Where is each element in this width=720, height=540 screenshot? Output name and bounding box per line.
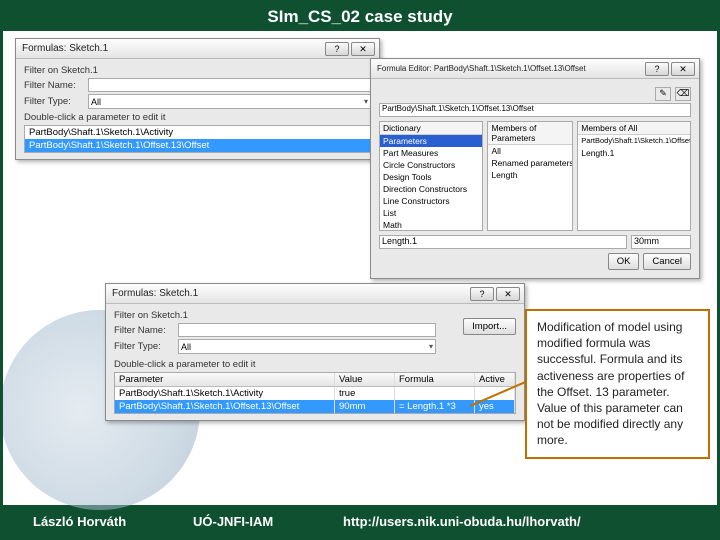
cell: PartBody\Shaft.1\Sketch.1\Offset.13\Offs…	[115, 400, 335, 413]
editor-tool-icon[interactable]: ✎	[655, 87, 671, 101]
formulas-top-titlebar[interactable]: Formulas: Sketch.1 ? ✕	[16, 39, 379, 59]
members-all-list[interactable]: Members of All PartBody\Shaft.1\Sketch.1…	[577, 121, 691, 231]
formula-path-input[interactable]: PartBody\Shaft.1\Sketch.1\Offset.13\Offs…	[379, 103, 691, 117]
list-item[interactable]: Math	[380, 219, 482, 231]
table-row[interactable]: PartBody\Shaft.1\Sketch.1\Activity true	[115, 387, 515, 400]
list-item[interactable]: List	[380, 207, 482, 219]
formulas-window-bottom: Formulas: Sketch.1 ? ✕ Filter on Sketch.…	[105, 283, 525, 421]
parameter-row-selected[interactable]: PartBody\Shaft.1\Sketch.1\Offset.13\Offs…	[25, 139, 370, 152]
cell: 90mm	[335, 400, 395, 413]
slide-footer: László Horváth UÓ-JNFI-IAM http://users.…	[3, 505, 717, 537]
close-button[interactable]: ✕	[351, 42, 375, 56]
import-button[interactable]: Import...	[463, 318, 516, 335]
formulas-bottom-titlebar[interactable]: Formulas: Sketch.1 ? ✕	[106, 284, 524, 304]
filter-type-label: Filter Type:	[24, 96, 84, 107]
col-header: Dictionary	[380, 122, 482, 135]
help-button[interactable]: ?	[645, 62, 669, 76]
cell: PartBody\Shaft.1\Sketch.1\Activity	[115, 387, 335, 400]
dictionary-list[interactable]: Dictionary Parameters Part Measures Circ…	[379, 121, 483, 231]
slide-title: SIm_CS_02 case study	[3, 3, 717, 31]
list-item[interactable]: Part Measures	[380, 147, 482, 159]
cancel-button[interactable]: Cancel	[643, 253, 691, 270]
result-input[interactable]: Length.1	[379, 235, 627, 249]
list-item[interactable]: Direction Constructors	[380, 183, 482, 195]
formula-editor-title: Formula Editor: PartBody\Shaft.1\Sketch.…	[375, 64, 645, 73]
ok-button[interactable]: OK	[608, 253, 640, 270]
filter-on-label: Filter on Sketch.1	[114, 310, 436, 321]
cell: = Length.1 *3	[395, 400, 475, 413]
formula-editor-titlebar[interactable]: Formula Editor: PartBody\Shaft.1\Sketch.…	[371, 59, 699, 79]
help-button[interactable]: ?	[470, 287, 494, 301]
list-item[interactable]: All	[488, 145, 572, 157]
help-button[interactable]: ?	[325, 42, 349, 56]
list-item[interactable]: Length	[488, 169, 572, 181]
filter-type-select[interactable]: All	[88, 94, 371, 109]
th-parameter[interactable]: Parameter	[115, 373, 335, 386]
list-item[interactable]: PartBody\Shaft.1\Sketch.1\Offset.13\Offs…	[578, 135, 690, 147]
filter-name-label: Filter Name:	[114, 325, 174, 336]
filter-name-input[interactable]	[178, 323, 436, 337]
value-input[interactable]: 30mm	[631, 235, 691, 249]
list-item[interactable]: Length.1	[578, 147, 690, 159]
edit-hint: Double-click a parameter to edit it	[114, 359, 516, 370]
list-item[interactable]: Line Constructors	[380, 195, 482, 207]
parameter-row[interactable]: PartBody\Shaft.1\Sketch.1\Activity	[25, 126, 370, 139]
edit-hint: Double-click a parameter to edit it	[24, 112, 371, 123]
formula-editor-window: Formula Editor: PartBody\Shaft.1\Sketch.…	[370, 58, 700, 279]
filter-type-label: Filter Type:	[114, 341, 174, 352]
filter-on-label: Filter on Sketch.1	[24, 65, 371, 76]
th-formula[interactable]: Formula	[395, 373, 475, 386]
footer-org: UÓ-JNFI-IAM	[193, 514, 343, 529]
formulas-bottom-title: Formulas: Sketch.1	[110, 288, 470, 299]
cell: true	[335, 387, 395, 400]
callout-arrow	[470, 380, 530, 420]
parameter-table[interactable]: Parameter Value Formula Active PartBody\…	[114, 372, 516, 414]
close-button[interactable]: ✕	[496, 287, 520, 301]
list-item[interactable]: Renamed parameters	[488, 157, 572, 169]
footer-author: László Horváth	[33, 514, 193, 529]
close-button[interactable]: ✕	[671, 62, 695, 76]
list-item[interactable]: Circle Constructors	[380, 159, 482, 171]
col-header: Members of All	[578, 122, 690, 135]
col-header: Members of Parameters	[488, 122, 572, 145]
table-row-selected[interactable]: PartBody\Shaft.1\Sketch.1\Offset.13\Offs…	[115, 400, 515, 413]
filter-name-input[interactable]	[88, 78, 371, 92]
filter-name-label: Filter Name:	[24, 80, 84, 91]
editor-erase-icon[interactable]: ⌫	[675, 87, 691, 101]
parameter-list[interactable]: PartBody\Shaft.1\Sketch.1\Activity PartB…	[24, 125, 371, 153]
cell	[395, 387, 475, 400]
list-item[interactable]: Parameters	[380, 135, 482, 147]
th-value[interactable]: Value	[335, 373, 395, 386]
footer-url: http://users.nik.uni-obuda.hu/lhorvath/	[343, 514, 687, 529]
filter-type-select[interactable]: All	[178, 339, 436, 354]
formulas-window-top: Formulas: Sketch.1 ? ✕ Filter on Sketch.…	[15, 38, 380, 160]
formulas-top-title: Formulas: Sketch.1	[20, 43, 325, 54]
members-params-list[interactable]: Members of Parameters All Renamed parame…	[487, 121, 573, 231]
annotation-callout: Modification of model using modified for…	[525, 309, 710, 459]
list-item[interactable]: Design Tools	[380, 171, 482, 183]
